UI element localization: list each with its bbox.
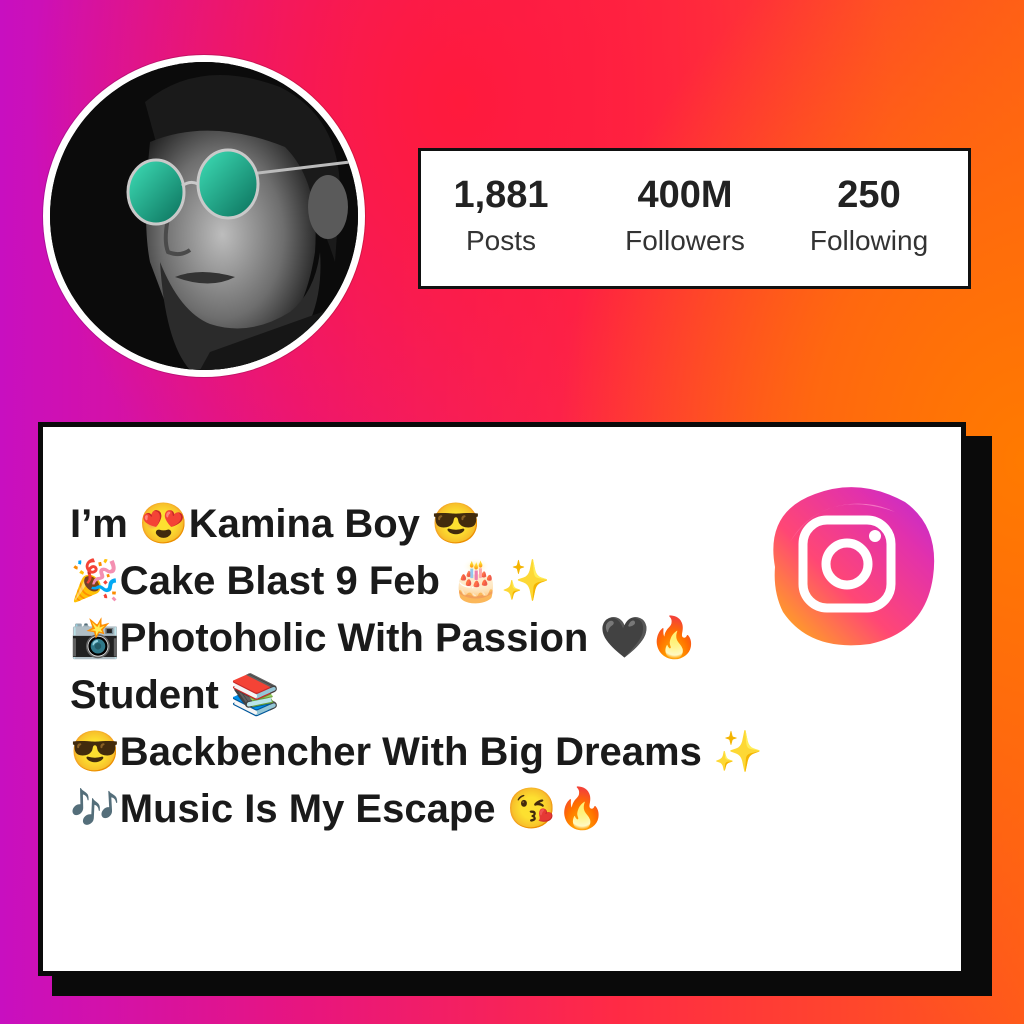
following-label: Following xyxy=(809,225,929,256)
bio-line: Student 📚 xyxy=(70,673,280,717)
stat-followers[interactable]: 400M Followers xyxy=(605,171,765,261)
bio-line: 🎶Music Is My Escape 😘🔥 xyxy=(70,787,607,831)
avatar-photo xyxy=(50,62,358,370)
followers-count: 400M xyxy=(637,174,733,216)
man-with-sunglasses-portrait xyxy=(50,62,358,370)
profile-avatar[interactable] xyxy=(43,55,365,377)
profile-stats: 1,881 Posts 400M Followers 250 Following xyxy=(418,148,971,289)
stat-following[interactable]: 250 Following xyxy=(789,171,949,261)
posts-count: 1,881 xyxy=(453,174,549,216)
bio-line: 😎Backbencher With Big Dreams ✨ xyxy=(70,730,763,774)
followers-label: Followers xyxy=(625,225,745,256)
following-count: 250 xyxy=(837,174,901,216)
stat-posts[interactable]: 1,881 Posts xyxy=(421,171,581,261)
instagram-icon xyxy=(773,487,935,646)
posts-label: Posts xyxy=(465,225,537,256)
